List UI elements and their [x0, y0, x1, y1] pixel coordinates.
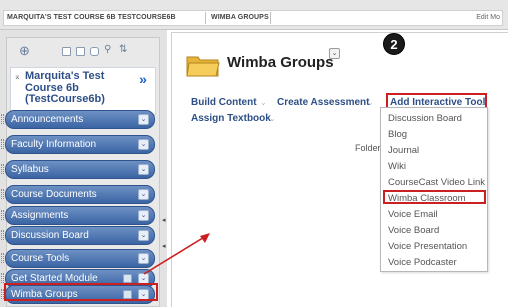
menu-item-voice-board[interactable]: Voice Board — [388, 225, 439, 236]
menu-item-blog[interactable]: Blog — [388, 129, 407, 140]
chevron-down-icon[interactable]: ⌄ — [138, 189, 149, 200]
sidebar-item-assignments[interactable]: Assignments ⌄ — [5, 206, 155, 225]
edit-mode-toggle[interactable]: Edit Mo — [476, 14, 500, 21]
menu-item-journal[interactable]: Journal — [388, 145, 419, 156]
breadcrumb-separator — [205, 12, 206, 24]
sidebar-item-label: Discussion Board — [11, 230, 89, 241]
drag-handle-icon[interactable] — [1, 164, 4, 174]
breadcrumb-course[interactable]: MARQUITA'S TEST COURSE 6B TESTCOURSE6B — [7, 14, 176, 21]
sidebar-item-label: Course Documents — [11, 189, 97, 200]
chevron-down-icon[interactable]: ⌄ — [269, 114, 276, 123]
drag-handle-icon[interactable] — [1, 210, 4, 220]
menu-item-voice-email[interactable]: Voice Email — [388, 209, 438, 220]
wimba-classroom-callout-box — [383, 190, 486, 204]
sidebar-item-label: Assignments — [11, 210, 69, 221]
folder-view-icon[interactable] — [76, 47, 85, 56]
sidebar-item-label: Faculty Information — [11, 139, 97, 150]
wimba-groups-callout-box — [4, 283, 158, 301]
chevron-down-icon[interactable]: ⌄ — [260, 98, 267, 107]
breadcrumb-separator — [270, 12, 271, 24]
breadcrumb: MARQUITA'S TEST COURSE 6B TESTCOURSE6B W… — [3, 10, 503, 26]
drag-handle-icon[interactable] — [1, 189, 4, 199]
sidebar-item-course-documents[interactable]: Course Documents ⌄ — [5, 185, 155, 204]
annotation-arrow-icon — [143, 233, 210, 275]
top-bar: MARQUITA'S TEST COURSE 6B TESTCOURSE6B W… — [0, 0, 508, 30]
step-number-badge: 2 — [383, 33, 405, 55]
menu-item-coursecast-video-link[interactable]: CourseCast Video Link — [388, 177, 485, 188]
menu-item-discussion-board[interactable]: Discussion Board — [388, 113, 462, 124]
content-area: Wimba Groups ⌄ 2 Build Content ⌄ Create … — [171, 32, 508, 307]
chevron-down-icon[interactable]: ⌄ — [138, 114, 149, 125]
folder-empty-text: Folder — [355, 143, 381, 153]
build-content-button[interactable]: Build Content — [191, 97, 257, 108]
collapse-left-icon[interactable]: ◂ — [162, 216, 166, 224]
sidebar-item-discussion-board[interactable]: Discussion Board ⌄ — [5, 226, 155, 245]
menu-item-wiki[interactable]: Wiki — [388, 161, 406, 172]
menu-item-voice-presentation[interactable]: Voice Presentation — [388, 241, 467, 252]
drag-handle-icon[interactable] — [1, 253, 4, 263]
page-title: Wimba Groups — [227, 54, 334, 71]
course-title-box: ⌅ Marquita's Test Course 6b (TestCourse6… — [10, 67, 156, 115]
sidebar-item-faculty-information[interactable]: Faculty Information ⌄ — [5, 135, 155, 154]
assign-textbook-button[interactable]: Assign Textbook — [191, 113, 271, 124]
chevron-down-icon[interactable]: ⌄ — [138, 139, 149, 150]
sort-icon[interactable]: ⇅ — [119, 44, 127, 55]
collapse-menu-icon[interactable]: » — [135, 72, 151, 88]
chevron-down-icon[interactable]: ⌄ — [138, 210, 149, 221]
sidebar-item-label: Course Tools — [11, 253, 70, 264]
sidebar-item-label: Syllabus — [11, 164, 49, 175]
folder-icon — [186, 56, 220, 77]
menu-toolbar: ⊕ ⚲ ⇅ — [7, 38, 159, 66]
chevron-down-icon[interactable]: ⌄ — [138, 164, 149, 175]
drag-handle-icon[interactable] — [1, 114, 4, 124]
list-view-icon[interactable] — [62, 47, 71, 56]
course-star-icon: ⌅ — [14, 72, 21, 81]
window-icon[interactable] — [90, 47, 99, 56]
sidebar-item-announcements[interactable]: Announcements ⌄ — [5, 110, 155, 129]
drag-handle-icon[interactable] — [1, 230, 4, 240]
create-assessment-button[interactable]: Create Assessment — [277, 97, 369, 108]
drag-handle-icon[interactable] — [1, 139, 4, 149]
sidebar-item-course-tools[interactable]: Course Tools ⌄ — [5, 249, 155, 268]
chevron-down-icon[interactable]: ⌄ — [367, 98, 374, 107]
hidden-eye-icon — [123, 274, 132, 283]
menu-item-voice-podcaster[interactable]: Voice Podcaster — [388, 257, 457, 268]
drag-handle-icon[interactable] — [1, 273, 4, 283]
chevron-down-icon[interactable]: ⌄ — [329, 48, 340, 59]
course-title[interactable]: Marquita's Test Course 6b (TestCourse6b) — [25, 70, 129, 106]
pin-icon[interactable]: ⚲ — [104, 44, 111, 55]
breadcrumb-current: WIMBA GROUPS — [211, 14, 269, 21]
add-menu-item-icon[interactable]: ⊕ — [19, 43, 30, 59]
sidebar-item-label: Announcements — [11, 114, 84, 125]
sidebar-item-syllabus[interactable]: Syllabus ⌄ — [5, 160, 155, 179]
